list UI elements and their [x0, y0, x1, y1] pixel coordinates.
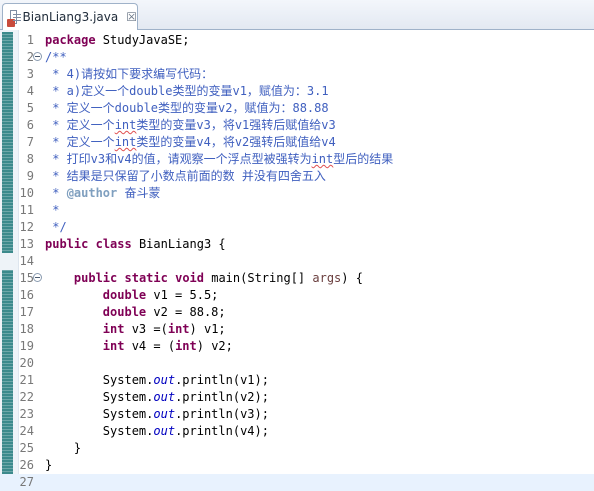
code-text: *: [45, 203, 60, 217]
line-number: 13: [19, 237, 34, 251]
code-text: int v4 = (int) v2;: [102, 339, 233, 353]
line-number: 21: [19, 373, 34, 387]
code-lines: 1 package StudyJavaSE; 2 /** 3 * 4)请按如下要求编写代…: [0, 32, 594, 491]
code-text: System.out.println(v3);: [45, 407, 269, 421]
line-number: 12: [19, 220, 34, 234]
line-number: 26: [19, 458, 34, 472]
code-text: * 定义一个double类型的变量v2，赋值为：88.88: [45, 101, 329, 115]
line-number: 5: [26, 101, 34, 115]
collapse-icon[interactable]: [33, 273, 42, 282]
line-number: 8: [26, 152, 34, 166]
code-text: * a)定义一个double类型的变量v1，赋值为：3.1: [45, 84, 329, 98]
code-text: System.out.println(v4);: [45, 424, 269, 438]
line-number: 14: [19, 254, 34, 268]
line-number: 4: [26, 84, 34, 98]
code-text: /**: [45, 50, 67, 64]
code-text: */: [45, 220, 67, 234]
code-text: * 结果是只保留了小数点前面的数 并没有四舍五入: [45, 169, 326, 183]
code-line[interactable]: 17 double v2 = 88.8;: [0, 304, 594, 321]
code-line[interactable]: 1 package StudyJavaSE;: [0, 32, 594, 49]
tab-bianliang3-java[interactable]: BianLiang3.java ☒: [2, 3, 138, 30]
code-line[interactable]: 21 System.out.println(v1);: [0, 372, 594, 389]
code-text: System.out.println(v2);: [45, 390, 269, 404]
code-text: package StudyJavaSE;: [45, 33, 190, 47]
code-line[interactable]: 25 }: [0, 440, 594, 457]
editor-window: BianLiang3.java ☒ 1 package StudyJavaSE; 2…: [0, 0, 594, 491]
code-line[interactable]: 20: [0, 355, 594, 372]
editor-tab-bar: BianLiang3.java ☒: [0, 0, 594, 30]
code-text: * 打印v3和v4的值，请观察一个浮点型被强转为int型后的结果: [45, 152, 394, 166]
line-number: 3: [26, 67, 34, 81]
line-number: 25: [19, 441, 34, 455]
code-line[interactable]: 2 /**: [0, 49, 594, 66]
line-number: 19: [19, 339, 34, 353]
line-number: 16: [19, 288, 34, 302]
line-number: 27: [19, 475, 34, 489]
code-line[interactable]: 18 int v3 =(int) v1;: [0, 321, 594, 338]
code-line[interactable]: 27: [0, 474, 594, 491]
code-text: double v2 = 88.8;: [102, 305, 226, 319]
line-number: 17: [19, 305, 34, 319]
code-line[interactable]: 5 * 定义一个double类型的变量v2，赋值为：88.88: [0, 100, 594, 117]
code-editor[interactable]: 1 package StudyJavaSE; 2 /** 3 * 4)请按如下要求编写代…: [0, 30, 594, 491]
code-line[interactable]: 11 *: [0, 202, 594, 219]
code-line[interactable]: 3 * 4)请按如下要求编写代码：: [0, 66, 594, 83]
line-number: 1: [26, 33, 34, 47]
code-line[interactable]: 8 * 打印v3和v4的值，请观察一个浮点型被强转为int型后的结果: [0, 151, 594, 168]
code-line[interactable]: 9 * 结果是只保留了小数点前面的数 并没有四舍五入: [0, 168, 594, 185]
code-text: }: [45, 458, 53, 472]
line-number: 9: [26, 169, 34, 183]
line-number: 7: [26, 135, 34, 149]
code-text: int v3 =(int) v1;: [102, 322, 226, 336]
code-line[interactable]: 6 * 定义一个int类型的变量v3，将v1强转后赋值给v3: [0, 117, 594, 134]
code-text: * 4)请按如下要求编写代码：: [45, 67, 214, 81]
code-line[interactable]: 7 * 定义一个int类型的变量v4，将v2强转后赋值给v4: [0, 134, 594, 151]
code-line[interactable]: 24 System.out.println(v4);: [0, 423, 594, 440]
code-text: * @author 奋斗蒙: [45, 186, 161, 200]
code-line[interactable]: 14: [0, 253, 594, 270]
code-line[interactable]: 13 public class BianLiang3 {: [0, 236, 594, 253]
line-number: 6: [26, 118, 34, 132]
code-line[interactable]: 12 */: [0, 219, 594, 236]
code-text: System.out.println(v1);: [45, 373, 269, 387]
line-number: 18: [19, 322, 34, 336]
code-line[interactable]: 4 * a)定义一个double类型的变量v1，赋值为：3.1: [0, 83, 594, 100]
line-number: 23: [19, 407, 34, 421]
code-line[interactable]: 23 System.out.println(v3);: [0, 406, 594, 423]
line-number: 20: [19, 356, 34, 370]
code-text: double v1 = 5.5;: [102, 288, 219, 302]
code-text: }: [45, 441, 82, 455]
code-line[interactable]: 26}: [0, 457, 594, 474]
code-text: public class BianLiang3 {: [45, 237, 226, 251]
close-icon[interactable]: ☒: [126, 10, 137, 24]
code-text: public static void main(String[] args) {: [73, 271, 363, 285]
line-number: 22: [19, 390, 34, 404]
line-number: 24: [19, 424, 34, 438]
code-line[interactable]: 16 double v1 = 5.5;: [0, 287, 594, 304]
line-number: 10: [19, 186, 34, 200]
code-line[interactable]: 10 * @author 奋斗蒙: [0, 185, 594, 202]
code-line[interactable]: 22 System.out.println(v2);: [0, 389, 594, 406]
line-number: 2: [26, 50, 34, 64]
code-line[interactable]: 19 int v4 = (int) v2;: [0, 338, 594, 355]
tab-title: BianLiang3.java: [22, 10, 119, 24]
line-number: 15: [19, 271, 34, 285]
code-line[interactable]: 15 public static void main(String[] args…: [0, 270, 594, 287]
line-number: 11: [19, 203, 34, 217]
code-text: * 定义一个int类型的变量v4，将v2强转后赋值给v4: [45, 135, 336, 149]
java-file-icon: [7, 10, 21, 27]
collapse-icon[interactable]: [33, 52, 42, 61]
code-text: * 定义一个int类型的变量v3，将v1强转后赋值给v3: [45, 118, 336, 132]
